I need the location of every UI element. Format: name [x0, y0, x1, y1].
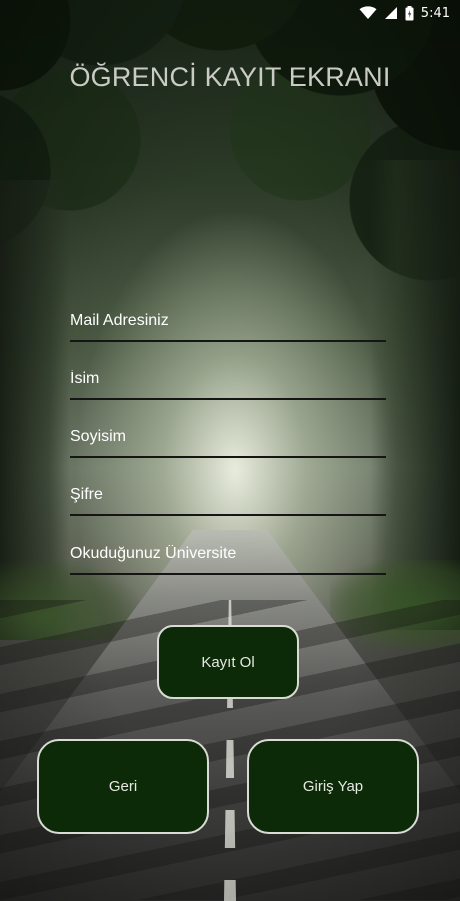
- back-button-label: Geri: [108, 778, 138, 795]
- register-button[interactable]: Kayıt Ol: [157, 625, 299, 699]
- login-button-label: Giriş Yap: [302, 778, 364, 795]
- password-field-wrapper: [70, 482, 386, 516]
- university-field-wrapper: [70, 541, 386, 575]
- university-field[interactable]: [70, 541, 386, 575]
- surname-field-wrapper: [70, 424, 386, 458]
- status-time: 5:41: [420, 5, 450, 21]
- signal-icon: [384, 6, 398, 20]
- page-title: ÖĞRENCİ KAYIT EKRANI: [69, 62, 391, 92]
- status-bar: 5:41: [0, 0, 460, 26]
- password-field[interactable]: [70, 482, 386, 516]
- name-field[interactable]: [70, 366, 386, 400]
- surname-field[interactable]: [70, 424, 386, 458]
- name-field-wrapper: [70, 366, 386, 400]
- battery-icon: [405, 5, 414, 21]
- back-button[interactable]: Geri: [37, 739, 209, 834]
- register-button-label: Kayıt Ol: [201, 653, 255, 671]
- wifi-icon: [359, 6, 377, 20]
- email-field[interactable]: [70, 308, 386, 342]
- email-field-wrapper: [70, 308, 386, 342]
- login-button[interactable]: Giriş Yap: [247, 739, 419, 834]
